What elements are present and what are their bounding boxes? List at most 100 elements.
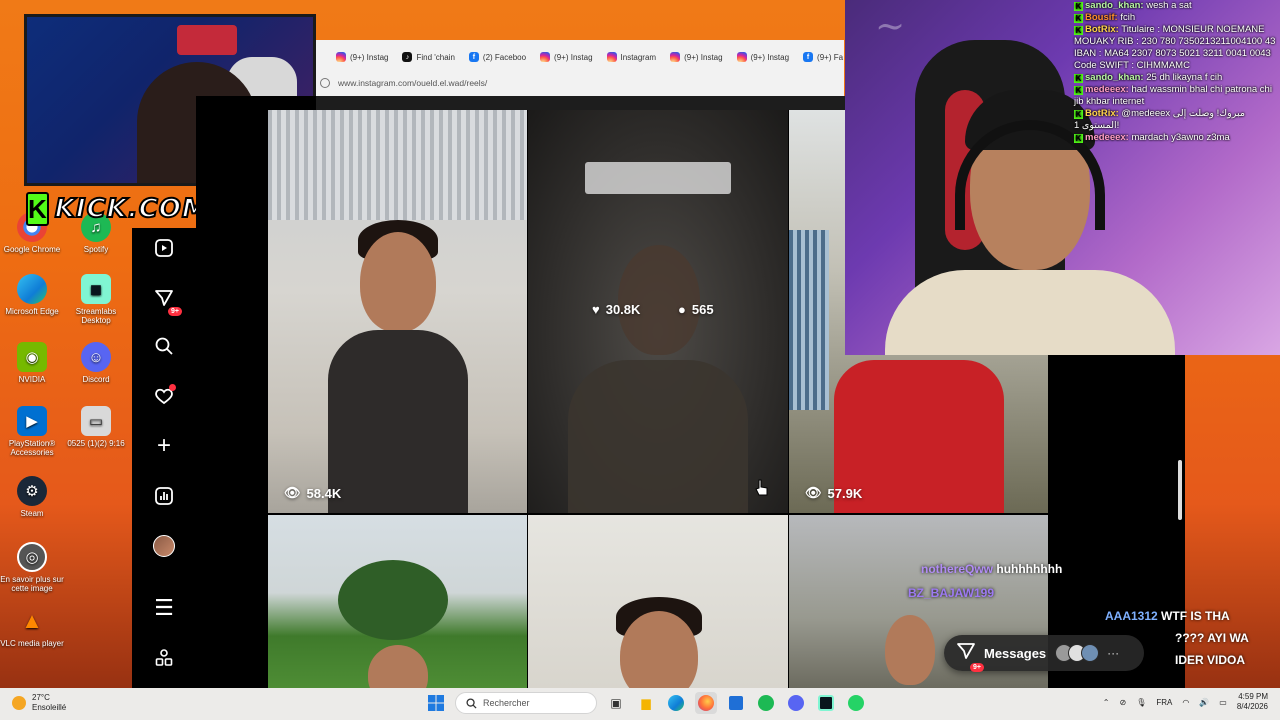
desktop-icon-vlc[interactable]: ▲ VLC media player [0,606,64,648]
taskbar-search[interactable]: Rechercher [455,692,597,714]
chevron-up-icon[interactable]: ⌃ [1103,698,1110,707]
browser-tab[interactable]: (9+) Instag [664,46,728,68]
whatsapp-button[interactable] [845,692,867,714]
weather-desc: Ensoleillé [32,703,67,712]
camera-icon: ◎ [17,542,47,572]
firefox-button[interactable] [695,692,717,714]
chat-message: Ksando_khan: wesh a sat [1074,0,1192,11]
desktop-icon-label: Google Chrome [3,245,61,254]
notifications-nav[interactable]: 9+ [150,284,182,316]
floating-chat-message: IDER VIDOA [1175,653,1246,667]
network-off-icon[interactable]: ⊘ [1119,698,1126,707]
reel-tile-hovered[interactable]: ♥ 30.8K ● 565 [528,110,788,513]
kick-badge-icon: K [1074,86,1083,95]
desktop-icon-label: Spotify [83,245,109,254]
start-button[interactable] [425,692,447,714]
battery-icon[interactable]: ▭ [1219,698,1227,707]
desktop-icon-discord[interactable]: ☺ Discord [64,342,128,384]
vlc-icon: ▲ [21,608,43,633]
kick-badge-icon: K [1074,14,1083,23]
browser-tab[interactable]: ♪ Find 'chain [396,46,460,68]
desktop-icon-steam[interactable]: ⚙ Steam [0,476,64,518]
windows-icon [428,695,444,711]
instagram-icon [670,52,681,62]
url-text[interactable]: www.instagram.com/oueld.el.wad/reels/ [338,78,487,88]
dashboard-nav[interactable] [150,482,178,510]
language-indicator[interactable]: FRA [1156,698,1172,707]
reels-icon [155,239,173,257]
browser-tab[interactable]: (9+) Instag [731,46,795,68]
desktop-icon-spotlight[interactable]: ◎ En savoir plus sur cette image [0,542,64,593]
steam-icon: ⚙ [17,476,47,506]
apps-icon [155,649,173,666]
address-bar[interactable]: www.instagram.com/oueld.el.wad/reels/ [316,72,844,94]
message-avatars [1055,644,1100,662]
file-explorer-button[interactable]: ▆ [635,692,657,714]
reel-tile[interactable] [528,515,788,688]
browser-tab[interactable]: f (2) Faceboo [463,46,532,68]
task-view-button[interactable]: ▣ [605,692,627,714]
floating-chat-message: ???? AYI WA [1175,631,1249,645]
activity-nav[interactable] [150,382,178,410]
also-from-meta-nav[interactable] [150,644,178,672]
desktop-icon-playstation[interactable]: ▶ PlayStation® Accessories [0,406,64,457]
desktop-icon-edge[interactable]: Microsoft Edge [0,274,64,316]
edge-icon [668,695,684,711]
site-info-icon[interactable] [320,78,330,88]
desktop-icon-label: NVIDIA [18,375,46,384]
desktop-icon-label: VLC media player [0,639,64,648]
store-button[interactable] [725,692,747,714]
task-view-icon: ▣ [610,696,622,710]
desktop-icon-label: 0525 (1)(2) 9:16 [67,439,125,448]
plus-icon: + [156,432,171,459]
floating-chat-message: BZ_BAJAW199 [908,586,995,600]
kick-badge-icon: K [1074,26,1083,35]
more-nav[interactable]: ☰ [150,594,178,622]
search-nav[interactable] [150,332,178,360]
edge-button[interactable] [665,692,687,714]
stadium-background [268,110,527,220]
reels-nav[interactable] [150,234,178,262]
desktop-icon-nvidia[interactable]: ◉ NVIDIA [0,342,64,384]
folder-icon: ▆ [641,696,651,710]
chat-message: Ksando_khan: 25 dh likayna f cih [1074,72,1223,83]
kick-badge-icon: K [1074,110,1083,119]
browser-tab[interactable]: f (9+) Fa [797,46,849,68]
reel-tile[interactable] [268,515,527,688]
spotify-button[interactable] [755,692,777,714]
volume-icon[interactable]: 🔊 [1199,698,1209,707]
browser-tab[interactable]: (9+) Instag [534,46,598,68]
stream-chat: Ksando_khan: wesh a sat K Bousif: fcih KB… [1074,0,1280,144]
profile-nav[interactable] [150,532,178,560]
browser-tab[interactable]: Instagram [601,46,663,68]
browser-tab[interactable]: (9+) Instag [330,46,394,68]
wifi-icon[interactable]: ◠ [1182,698,1189,707]
microphone-icon[interactable]: 🎙 [1136,698,1146,707]
clock[interactable]: 4:59 PM 8/4/2026 [1237,692,1268,712]
search-placeholder: Rechercher [483,698,530,708]
desktop-icon-streamlabs[interactable]: ◼ Streamlabs Desktop [64,274,128,325]
eye-icon: 👁 [805,485,822,500]
kick-logo: K [26,192,49,226]
messages-button[interactable]: 9+ Messages ··· [944,635,1144,672]
weather-widget[interactable]: 27°C Ensoleillé [12,693,66,713]
messages-badge: 9+ [970,662,984,672]
streamlabs-button[interactable] [815,692,837,714]
desktop-icon-label: PlayStation® Accessories [8,439,56,457]
create-nav[interactable]: + [150,432,178,460]
desktop-icon-video-file[interactable]: ▭ 0525 (1)(2) 9:16 [64,406,128,448]
more-icon: ··· [1107,646,1120,660]
taskbar-apps: Rechercher ▣ ▆ [425,692,867,714]
streamlabs-icon [818,695,834,711]
send-icon [957,642,975,659]
comment-icon: ● [678,302,686,317]
floating-chat-message: nothereQww huhhhhhhh [921,562,1063,576]
whatsapp-icon [848,695,864,711]
chat-message: K Bousif: fcih [1074,12,1136,23]
discord-button[interactable] [785,692,807,714]
page-scrollbar[interactable] [1178,460,1182,520]
kick-badge-icon: K [1074,134,1083,143]
store-icon [729,696,743,710]
reel-tile[interactable]: 👁 58.4K [268,110,527,513]
chat-message: Kmedeeex: had wassmin bhal chi patrona c… [1074,84,1272,107]
